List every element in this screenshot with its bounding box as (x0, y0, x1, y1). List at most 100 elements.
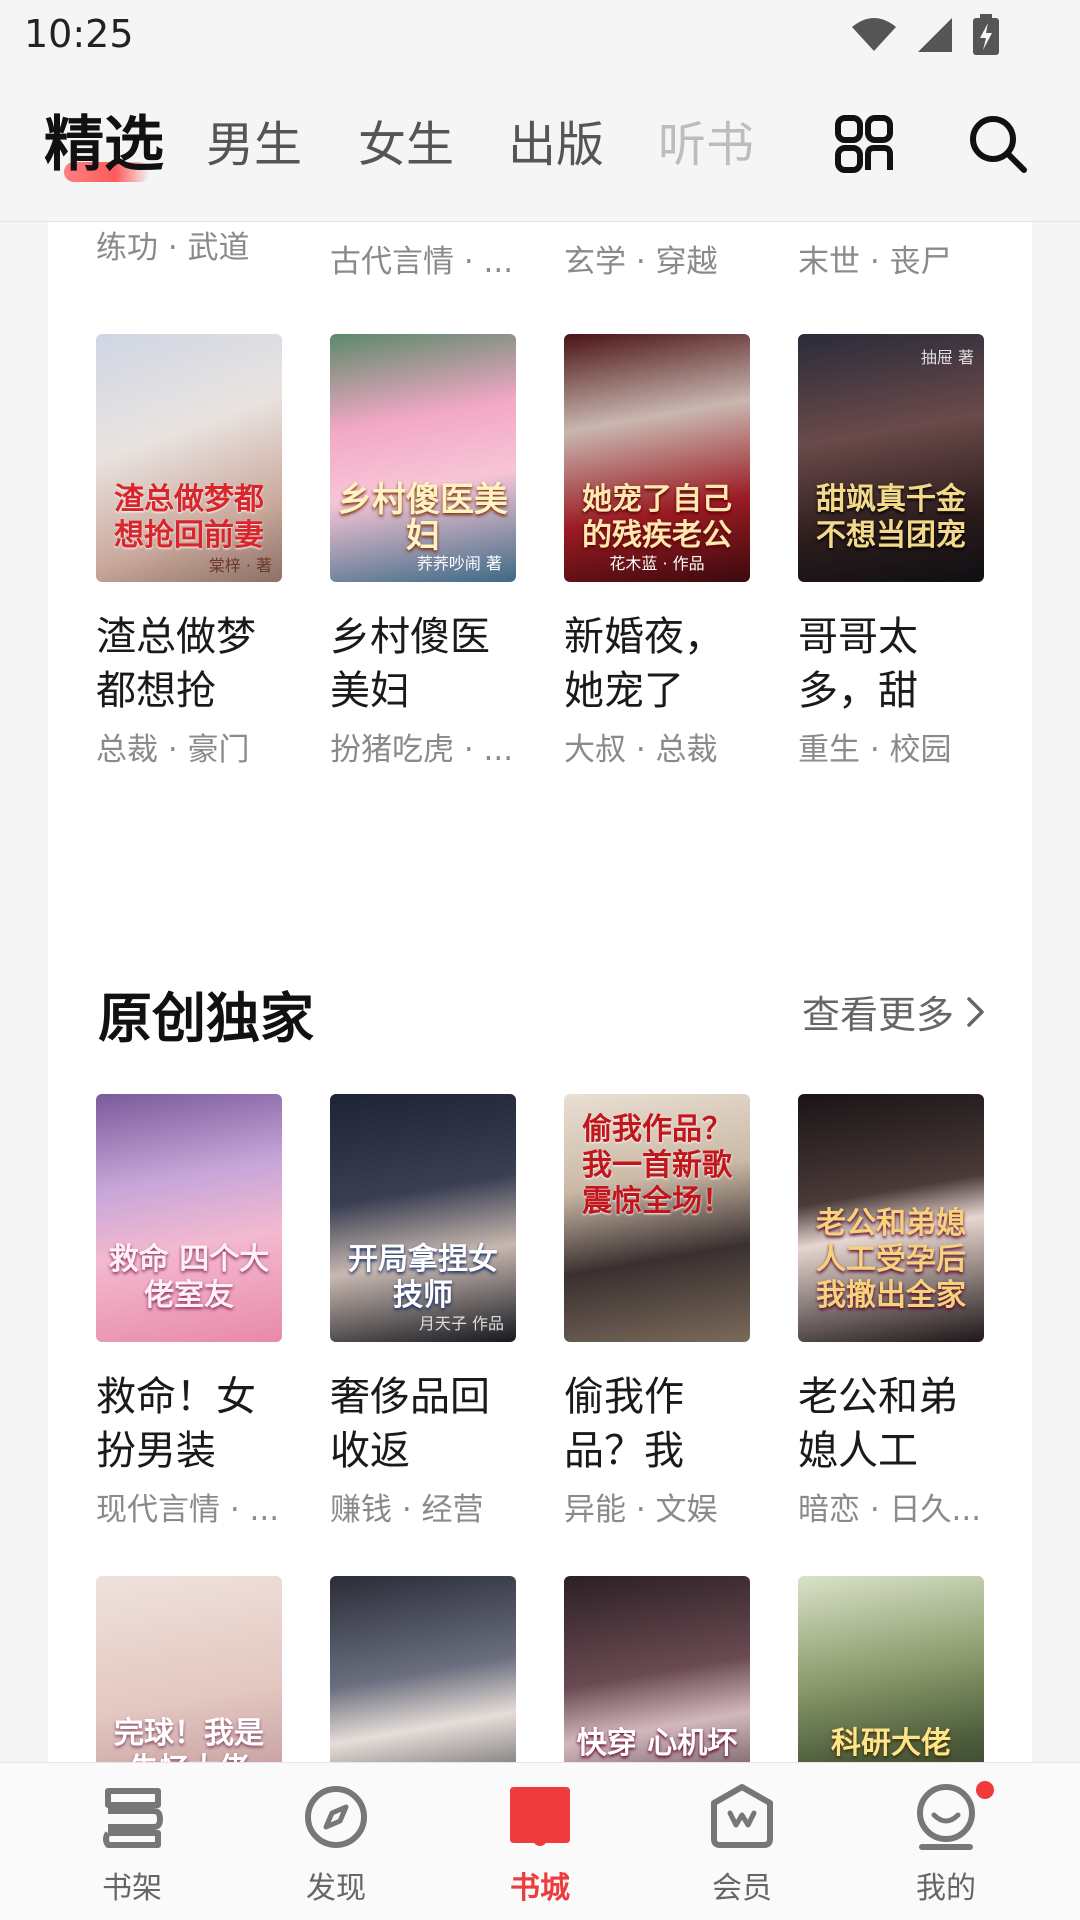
cover-title: 完球！我是失忆大佬 (114, 1716, 264, 1762)
book-cover[interactable]: 渣总做梦都想抢回前妻 棠梓 · 著 (96, 334, 282, 582)
content-scroll[interactable]: 练功 · 武道 站起来了 古代言情 · ... 假千金，... 玄学 · 穿越 … (0, 222, 1080, 1762)
cover-title: 她宠了自己的残疾老公 (582, 482, 732, 553)
book-tags: 总裁 · 豪门 (96, 732, 250, 768)
section-title: 原创独家 (98, 987, 314, 1050)
nav-label: 会员 (712, 1871, 772, 1906)
tab-featured[interactable]: 精选 (44, 108, 164, 182)
book-tags: 末世 · 丧尸 (798, 244, 952, 280)
book-title: 尸进化，... (798, 222, 984, 230)
book-item[interactable]: 完球！我是失忆大佬 (96, 1576, 282, 1762)
book-cover[interactable]: 偷我作品？我一首新歌震惊全场！ (564, 1094, 750, 1342)
book-item[interactable]: 渣总做梦都想抢回前妻 棠梓 · 著 渣总做梦都想抢回... 总裁 · 豪门 (96, 334, 282, 769)
book-item[interactable]: 快穿 心机坏女人 (564, 1576, 750, 1762)
book-cover[interactable]: 老公和弟媳人工受孕后我撤出全家 (798, 1094, 984, 1342)
book-cover[interactable]: 科研大佬 (798, 1576, 984, 1762)
nav-profile[interactable]: 我的 (876, 1781, 1016, 1907)
book-item[interactable]: 救命 四个大佬室友 救命！女扮男装后... 现代言情 · ... (96, 1094, 282, 1529)
book-title: 哥哥太多，甜飒... (798, 614, 918, 714)
book-title: 假千金，... (564, 222, 750, 230)
book-tags: 扮猪吃虎 · ... (330, 732, 514, 768)
cover-author: 月天子 作品 (418, 1314, 504, 1333)
status-icons (850, 14, 1000, 56)
book-item[interactable]: 科研大佬 (798, 1576, 984, 1762)
book-tags: 暗恋 · 日久... (798, 1492, 982, 1528)
cover-author: 荞荞吵闹 著 (416, 554, 502, 573)
cover-title: 渣总做梦都想抢回前妻 (114, 482, 264, 553)
book-item[interactable]: 甜飒真千金不想当团宠 抽屉 著 哥哥太多，甜飒... 重生 · 校园 (798, 334, 984, 769)
status-time: 10:25 (24, 12, 134, 56)
tab-male[interactable]: 男生 (206, 108, 302, 182)
notification-badge (976, 1781, 994, 1799)
vip-icon (711, 1784, 773, 1848)
book-tags: 重生 · 校园 (798, 732, 952, 768)
book-tags: 古代言情 · ... (330, 244, 514, 280)
book-cover[interactable]: 救命 四个大佬室友 (96, 1094, 282, 1342)
book-cover[interactable]: 她宠了自己的残疾老公 花木蓝 · 作品 (564, 334, 750, 582)
book-cover[interactable]: 开局拿捏女技师 月天子 作品 (330, 1094, 516, 1342)
cover-title: 甜飒真千金不想当团宠 (816, 482, 966, 553)
search-icon[interactable] (966, 112, 1030, 176)
book-tags: 赚钱 · 经营 (330, 1492, 484, 1528)
cover-title: 偷我作品？我一首新歌震惊全场！ (582, 1112, 732, 1219)
book-item[interactable]: 老公和弟媳人工受孕后我撤出全家 老公和弟媳人工受... 暗恋 · 日久... (798, 1094, 984, 1529)
cover-author: 花木蓝 · 作品 (609, 554, 705, 573)
nav-label: 我的 (916, 1871, 976, 1906)
bookshelf-icon (103, 1788, 163, 1848)
signal-icon (918, 18, 952, 52)
bottom-nav: 书架 发现 书城 会员 我的 (0, 1762, 1080, 1920)
battery-icon (973, 14, 999, 55)
profile-icon (917, 1784, 975, 1850)
book-item[interactable]: 偷我作品？我一首新歌震惊全场！ 偷我作品？我一... 异能 · 文娱 (564, 1094, 750, 1529)
nav-bookshelf[interactable]: 书架 (62, 1781, 202, 1907)
cover-title: 开局拿捏女技师 (348, 1242, 498, 1313)
book-title: 偷我作品？我一... (564, 1374, 684, 1474)
list-item[interactable]: 练功 · 武道 (96, 222, 282, 267)
nav-label: 书城 (510, 1871, 570, 1906)
book-title: 老公和弟媳人工受... (798, 1374, 958, 1474)
book-cover[interactable]: 乡村傻医美妇 荞荞吵闹 著 (330, 334, 516, 582)
book-tags: 现代言情 · ... (96, 1492, 280, 1528)
book-cover[interactable] (330, 1576, 516, 1762)
cover-title: 科研大佬 (831, 1726, 951, 1761)
cover-author: 抽屉 著 (920, 348, 974, 367)
book-tags: 异能 · 文娱 (564, 1492, 718, 1528)
tab-audiobooks[interactable]: 听书 (658, 108, 754, 182)
list-item[interactable]: 尸进化，... 末世 · 丧尸 (798, 222, 984, 281)
book-item[interactable] (330, 1576, 516, 1762)
book-cover[interactable]: 甜飒真千金不想当团宠 抽屉 著 (798, 334, 984, 582)
status-bar: 10:25 (0, 0, 1080, 72)
see-more-link[interactable]: 查看更多 (802, 984, 988, 1039)
nav-label: 书架 (102, 1871, 162, 1906)
tab-publishing[interactable]: 出版 (508, 108, 604, 182)
book-cover[interactable]: 完球！我是失忆大佬 (96, 1576, 282, 1762)
nav-label: 发现 (306, 1871, 366, 1906)
book-title: 渣总做梦都想抢回... (96, 614, 256, 714)
book-title: 乡村傻医美妇 (330, 614, 490, 714)
tab-female[interactable]: 女生 (358, 108, 454, 182)
book-tags: 练功 · 武道 (96, 230, 250, 266)
book-item[interactable]: 开局拿捏女技师 月天子 作品 奢侈品回收返利，... 赚钱 · 经营 (330, 1094, 516, 1529)
book-item[interactable]: 乡村傻医美妇 荞荞吵闹 著 乡村傻医美妇 扮猪吃虎 · ... (330, 334, 516, 769)
compass-icon (305, 1786, 367, 1848)
top-tab-bar: 精选 男生 女生 出版 听书 (0, 72, 1080, 222)
book-title: 救命！女扮男装后... (96, 1374, 256, 1474)
nav-bookstore[interactable]: 书城 (470, 1781, 610, 1907)
grid-icon[interactable] (832, 112, 896, 176)
cover-title: 乡村傻医美妇 (338, 480, 508, 556)
book-item[interactable]: 她宠了自己的残疾老公 花木蓝 · 作品 新婚夜，她宠了自... 大叔 · 总裁 (564, 334, 750, 769)
book-tags: 大叔 · 总裁 (564, 732, 718, 768)
cover-author: 棠梓 · 著 (208, 556, 272, 575)
list-item[interactable]: 假千金，... 玄学 · 穿越 (564, 222, 750, 281)
nav-vip[interactable]: 会员 (672, 1781, 812, 1907)
book-tags: 玄学 · 穿越 (564, 244, 718, 280)
book-cover[interactable]: 快穿 心机坏女人 (564, 1576, 750, 1762)
cover-title: 快穿 心机坏女人 (576, 1726, 738, 1761)
chevron-right-icon (967, 996, 984, 1027)
cover-title: 救命 四个大佬室友 (108, 1242, 270, 1313)
book-title: 站起来了 (330, 222, 516, 230)
see-more-label: 查看更多 (801, 993, 954, 1037)
list-item[interactable]: 站起来了 古代言情 · ... (330, 222, 516, 281)
wifi-icon (852, 18, 896, 51)
nav-discover[interactable]: 发现 (266, 1781, 406, 1907)
book-title: 新婚夜，她宠了自... (564, 614, 724, 714)
